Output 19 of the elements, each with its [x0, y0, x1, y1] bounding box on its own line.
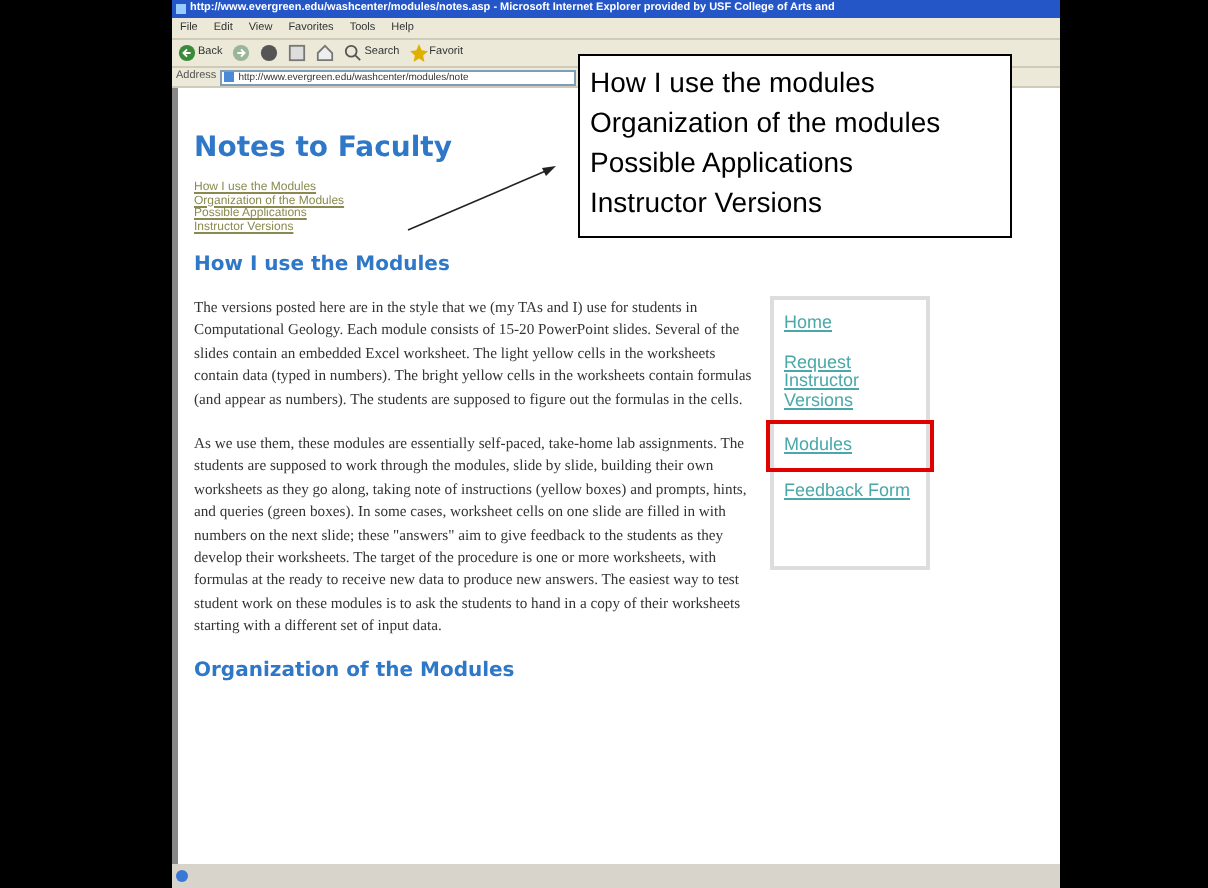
globe-icon [176, 870, 188, 882]
star-icon [409, 44, 428, 62]
callout-line: Organization of the modules [590, 104, 943, 142]
stop-icon [260, 44, 279, 62]
page-title: Notes to Faculty [194, 132, 452, 164]
search-icon [344, 44, 363, 62]
section-heading: How I use the Modules [194, 254, 452, 278]
forward-button[interactable] [232, 44, 251, 62]
home-button[interactable] [316, 44, 335, 62]
section-heading: Organization of the Modules [194, 659, 517, 684]
forward-arrow-icon [232, 44, 251, 62]
callout-line: Possible Applications [590, 144, 856, 182]
refresh-button[interactable] [288, 44, 307, 62]
callout-line: Instructor Versions [590, 184, 824, 222]
home-icon [316, 44, 335, 62]
stop-button[interactable] [260, 44, 279, 62]
back-arrow-icon [178, 44, 196, 62]
refresh-icon [288, 44, 307, 62]
callout-line: How I use the modules [590, 64, 877, 102]
